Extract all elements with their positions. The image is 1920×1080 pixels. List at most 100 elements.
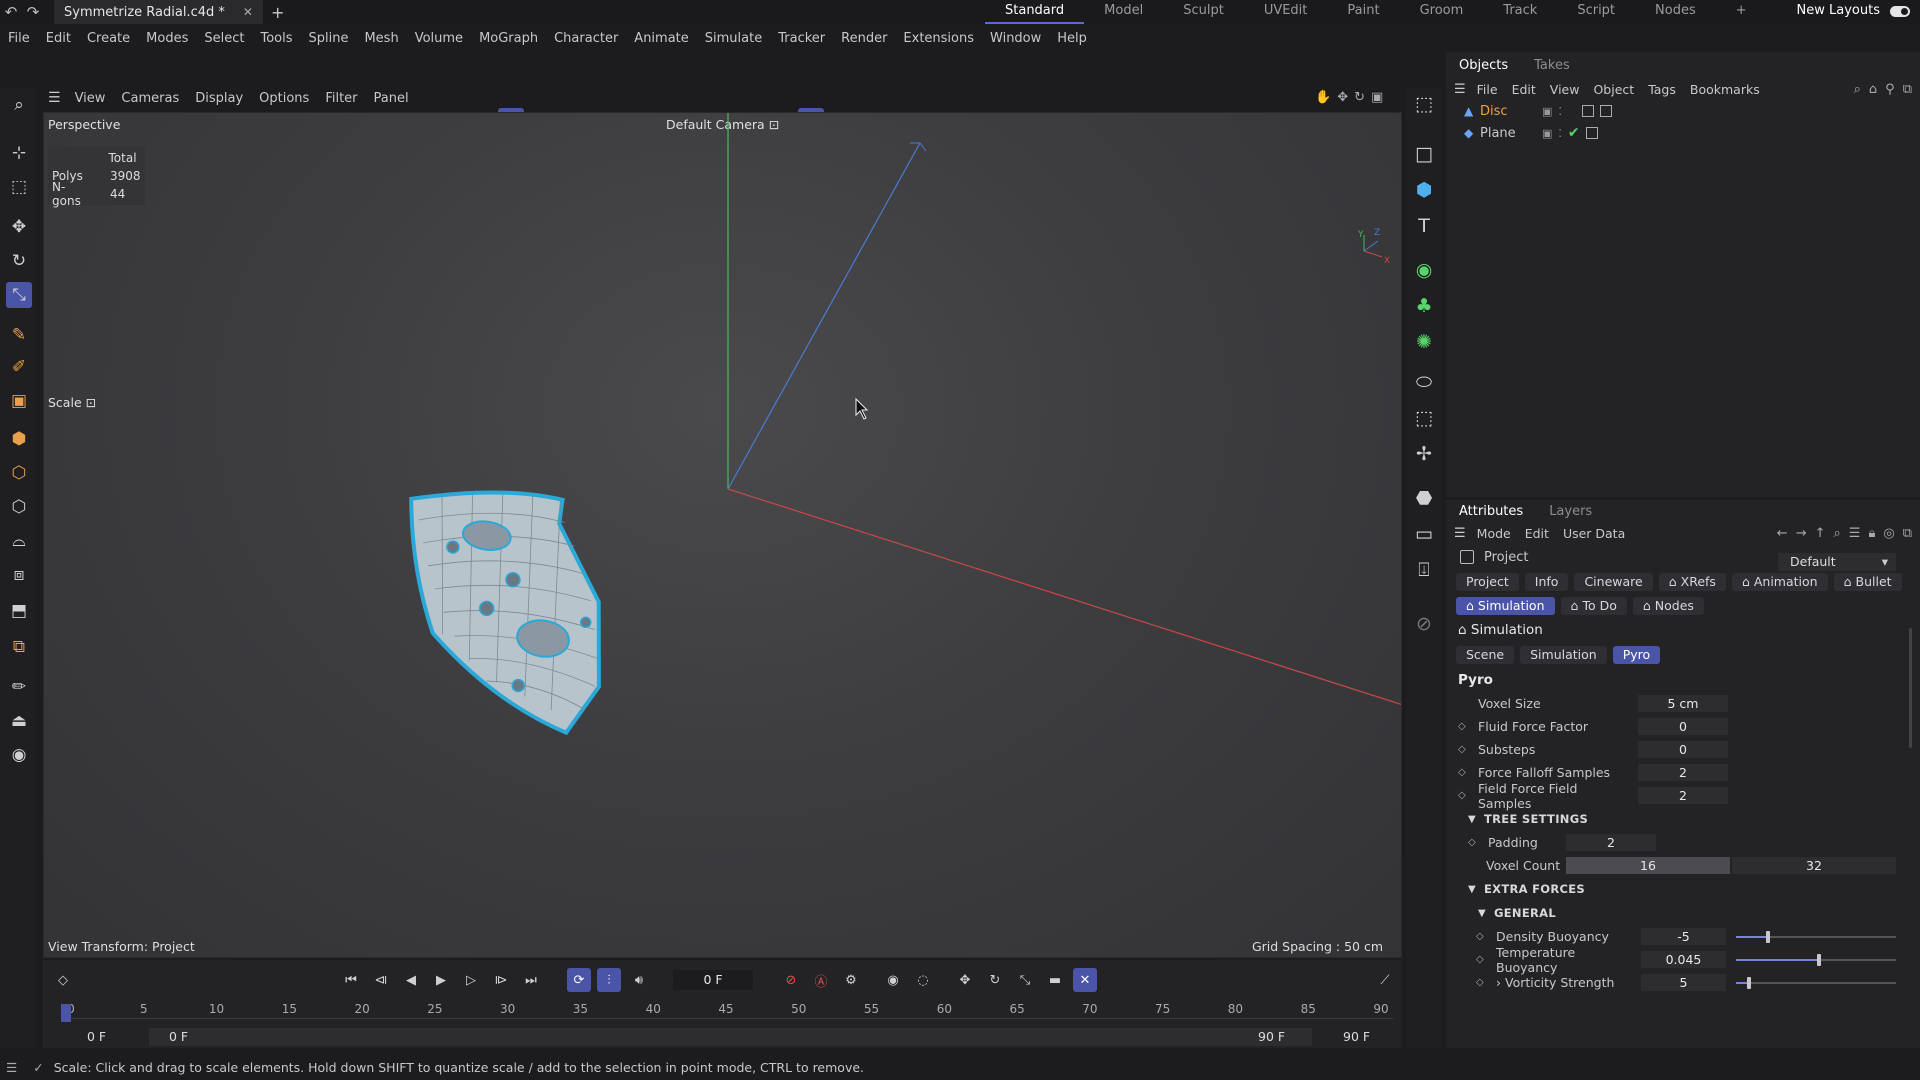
rectangle-select-icon[interactable]: ⬚ xyxy=(6,174,32,200)
paint-brush-icon[interactable]: ✏ xyxy=(6,674,32,700)
deformer-icon[interactable]: ⧈ xyxy=(6,562,32,588)
objects-menu-view[interactable]: View xyxy=(1543,82,1587,97)
param-field-force-field-samples-field[interactable]: 2 xyxy=(1638,787,1728,804)
cube-outline-icon[interactable]: ⬡ xyxy=(6,460,32,486)
attributes-menu-icon[interactable]: ☰ xyxy=(1454,526,1466,541)
tag-icon[interactable] xyxy=(1581,105,1594,117)
generator-icon[interactable]: ◉ xyxy=(1410,256,1438,284)
play-icon[interactable]: ▶ xyxy=(429,968,453,992)
null-object-icon[interactable]: □ xyxy=(1410,140,1438,168)
attributes-search-icon[interactable]: ⌕ xyxy=(1834,526,1841,541)
preset-dropdown[interactable]: Default xyxy=(1778,553,1896,571)
scale-key-icon[interactable]: ⤡ xyxy=(1013,968,1037,992)
key-settings-icon[interactable]: ⚙ xyxy=(839,968,863,992)
viewport-menu-panel[interactable]: Panel xyxy=(366,91,417,106)
undo-icon[interactable]: ↶ xyxy=(0,3,22,21)
param-key-icon[interactable]: ▬ xyxy=(1043,968,1067,992)
layout-tab-sculpt[interactable]: Sculpt xyxy=(1163,0,1244,24)
density-buoyancy-slider[interactable] xyxy=(1736,931,1896,943)
menu-window[interactable]: Window xyxy=(982,28,1049,50)
tab-takes[interactable]: Takes xyxy=(1521,58,1583,73)
layout-tab-script[interactable]: Script xyxy=(1557,0,1635,24)
menu-modes[interactable]: Modes xyxy=(138,28,196,50)
btn-animation[interactable]: ⌂ Animation xyxy=(1731,573,1828,591)
deformer-object-icon[interactable]: ⬭ xyxy=(1410,368,1438,396)
spline-object-icon[interactable]: ✢ xyxy=(1410,440,1438,468)
up-arrow-icon[interactable]: ↑ xyxy=(1815,526,1826,541)
layout-tab-track[interactable]: Track xyxy=(1483,0,1557,24)
menu-help[interactable]: Help xyxy=(1049,28,1095,50)
param-fluid-force-factor-field[interactable]: 0 xyxy=(1638,718,1728,735)
sound-icon[interactable]: 🔊︎ xyxy=(627,968,651,992)
autokey-icon[interactable]: Ⓐ xyxy=(809,968,833,992)
brush-icon[interactable]: ⬒ xyxy=(6,598,32,624)
btn-simulation[interactable]: ⌂ Simulation xyxy=(1456,597,1555,615)
material-tag-icon[interactable] xyxy=(1599,105,1612,117)
prev-frame-icon[interactable]: ◀ xyxy=(399,968,423,992)
range-start-field[interactable]: 0 F xyxy=(169,1028,188,1046)
group-general[interactable]: ▼ GENERAL xyxy=(1446,901,1920,925)
add-layout-icon[interactable]: + xyxy=(1716,0,1767,24)
menu-file[interactable]: File xyxy=(0,28,38,50)
btn-nodes[interactable]: ⌂ Nodes xyxy=(1632,597,1704,615)
range-end-field[interactable]: 90 F xyxy=(1258,1028,1285,1046)
keyframe-diamond-icon[interactable]: ◇ xyxy=(1468,837,1480,848)
menu-volume[interactable]: Volume xyxy=(407,28,471,50)
maximize-view-icon[interactable]: ▣ xyxy=(1371,90,1383,105)
keyframe-diamond-icon[interactable]: ◇ xyxy=(1458,790,1470,801)
object-row-disc[interactable]: ▲ Disc ▣ ⁚ xyxy=(1446,100,1920,122)
viewport-menu-cameras[interactable]: Cameras xyxy=(113,91,187,106)
param-padding-field[interactable]: 2 xyxy=(1566,834,1656,851)
objects-menu-object[interactable]: Object xyxy=(1586,82,1641,97)
menu-tools[interactable]: Tools xyxy=(252,28,300,50)
camera-lens-icon[interactable]: ◉ xyxy=(6,742,32,768)
menu-render[interactable]: Render xyxy=(833,28,895,50)
btn-xrefs[interactable]: ⌂ XRefs xyxy=(1658,573,1726,591)
target-icon[interactable]: ◎ xyxy=(1883,526,1894,541)
timeline-graph-icon[interactable]: ⟋ xyxy=(1373,968,1397,992)
range-track[interactable] xyxy=(149,1028,1312,1046)
btn-todo[interactable]: ⌂ To Do xyxy=(1560,597,1627,615)
next-key-icon[interactable]: ⧐ xyxy=(489,968,513,992)
objects-menu-tags[interactable]: Tags xyxy=(1641,82,1683,97)
viewport-menu-view[interactable]: View xyxy=(67,91,114,106)
keyframe-diamond-icon[interactable]: ◇ xyxy=(1458,767,1470,778)
tag-icon[interactable] xyxy=(1585,127,1598,139)
forward-arrow-icon[interactable]: → xyxy=(1796,526,1807,541)
param-voxel-count-field[interactable]: 16 xyxy=(1566,857,1730,874)
menu-extensions[interactable]: Extensions xyxy=(895,28,982,50)
attributes-filter-icon[interactable]: ☰ xyxy=(1849,526,1861,541)
pla-key-icon[interactable]: ✕ xyxy=(1073,968,1097,992)
visibility-dots-icon[interactable]: ⁚ xyxy=(1558,105,1562,118)
expand-chevron-icon[interactable]: › xyxy=(1496,975,1505,990)
layout-tab-groom[interactable]: Groom xyxy=(1400,0,1484,24)
layout-tab-nodes[interactable]: Nodes xyxy=(1635,0,1716,24)
redo-icon[interactable]: ↷ xyxy=(22,3,44,21)
layout-tab-standard[interactable]: Standard xyxy=(985,0,1085,24)
timeline-ruler[interactable]: 0 5 10 15 20 25 30 35 40 45 50 55 60 65 70 75 80 85 90 xyxy=(63,1002,1393,1020)
attributes-scrollbar[interactable] xyxy=(1909,628,1912,748)
menu-edit[interactable]: Edit xyxy=(38,28,79,50)
go-to-end-icon[interactable]: ⏭ xyxy=(519,968,543,992)
text-object-icon[interactable]: T xyxy=(1410,212,1438,240)
viewport[interactable]: Perspective Default Camera ⊡ Total Polys… xyxy=(43,112,1402,958)
menu-create[interactable]: Create xyxy=(79,28,138,50)
viewport-menu-display[interactable]: Display xyxy=(187,91,251,106)
new-layouts-button[interactable]: New Layouts xyxy=(1797,0,1880,22)
light-object-icon[interactable]: ⍗ xyxy=(1410,556,1438,584)
menu-mograph[interactable]: MoGraph xyxy=(471,28,546,50)
current-frame-field[interactable]: 0 F xyxy=(673,970,753,990)
layer-icon[interactable]: ▣ xyxy=(1542,105,1552,118)
objects-filter-icon[interactable]: ⚲ xyxy=(1885,82,1895,97)
pen-tool-icon[interactable]: ✎ xyxy=(6,322,32,348)
pan-hand-icon[interactable]: ✋ xyxy=(1315,90,1331,105)
objects-home-icon[interactable]: ⌂ xyxy=(1869,82,1877,97)
keyframe-diamond-icon[interactable]: ◇ xyxy=(1458,744,1470,755)
layout-tab-uvedit[interactable]: UVEdit xyxy=(1244,0,1328,24)
objects-search-icon[interactable]: ⌕ xyxy=(1854,82,1861,97)
menu-animate[interactable]: Animate xyxy=(626,28,696,50)
tab-objects[interactable]: Objects xyxy=(1446,58,1521,73)
lock-icon[interactable]: 🔒︎ xyxy=(1868,526,1875,541)
loop-icon[interactable]: ⟳ xyxy=(567,968,591,992)
environment-icon[interactable]: ⬣ xyxy=(1410,484,1438,512)
